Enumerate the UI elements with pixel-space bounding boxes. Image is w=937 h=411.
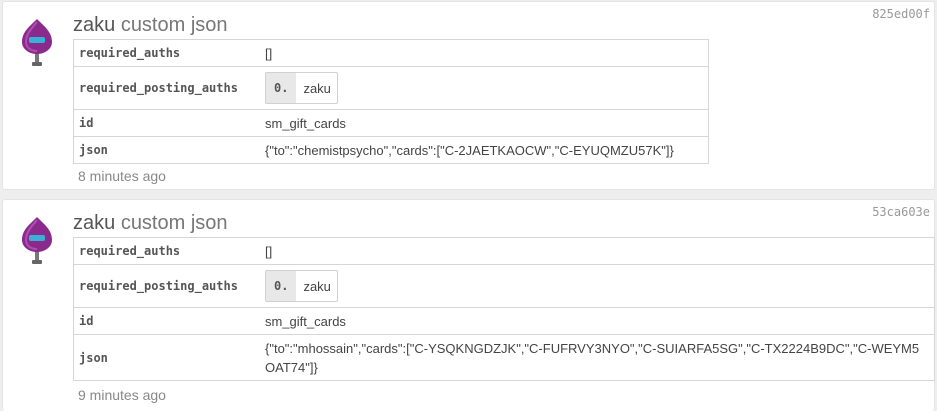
field-value: 0. zaku — [260, 66, 709, 110]
avatar-icon[interactable] — [19, 216, 55, 266]
transaction-id-link[interactable]: 53ca603e — [872, 205, 930, 219]
field-key: required_auths — [73, 39, 260, 67]
operation-type: custom json — [120, 14, 228, 36]
operation-card: zaku custom json 53ca603e required_auths… — [2, 199, 935, 411]
operation-card: zaku custom json 825ed00f required_auths… — [2, 1, 935, 190]
operation-type: custom json — [120, 212, 228, 234]
table-row: id sm_gift_cards — [73, 307, 935, 335]
posting-auth-item: 0. zaku — [265, 72, 338, 104]
operation-fields-table: required_auths [] required_posting_auths… — [73, 39, 709, 164]
field-value: sm_gift_cards — [260, 307, 935, 335]
avatar-icon[interactable] — [19, 18, 55, 68]
operation-title: zaku custom json — [73, 211, 228, 235]
operation-title: zaku custom json — [73, 13, 228, 37]
user-link[interactable]: zaku — [73, 212, 115, 234]
field-key: id — [73, 307, 260, 335]
field-key: id — [73, 109, 260, 137]
table-row: json {"to":"chemistpsycho","cards":["C-2… — [73, 136, 709, 164]
json-value: {"to":"mhossain","cards":["C-YSQKNGDZJK"… — [260, 334, 935, 381]
timestamp: 8 minutes ago — [78, 168, 166, 184]
timestamp: 9 minutes ago — [78, 387, 166, 403]
field-value: sm_gift_cards — [260, 109, 709, 137]
field-key: required_posting_auths — [73, 66, 260, 110]
posting-auth-user[interactable]: zaku — [296, 271, 336, 301]
field-key: json — [73, 136, 260, 164]
table-row: json {"to":"mhossain","cards":["C-YSQKNG… — [73, 334, 935, 381]
table-row: required_posting_auths 0. zaku — [73, 66, 709, 110]
field-value: [] — [260, 39, 709, 67]
list-index: 0. — [266, 73, 297, 103]
posting-auth-user[interactable]: zaku — [296, 73, 336, 103]
field-key: required_auths — [73, 237, 260, 265]
list-index: 0. — [266, 271, 297, 301]
table-row: required_posting_auths 0. zaku — [73, 264, 935, 308]
posting-auth-item: 0. zaku — [265, 270, 338, 302]
table-row: id sm_gift_cards — [73, 109, 709, 137]
table-row: required_auths [] — [73, 237, 935, 265]
json-value: {"to":"chemistpsycho","cards":["C-2JAETK… — [260, 136, 709, 164]
operation-fields-table: required_auths [] required_posting_auths… — [73, 237, 935, 381]
user-link[interactable]: zaku — [73, 14, 115, 36]
table-row: required_auths [] — [73, 39, 709, 67]
field-key: required_posting_auths — [73, 264, 260, 308]
field-key: json — [73, 334, 260, 381]
field-value: [] — [260, 237, 935, 265]
transaction-id-link[interactable]: 825ed00f — [872, 7, 930, 21]
field-value: 0. zaku — [260, 264, 935, 308]
